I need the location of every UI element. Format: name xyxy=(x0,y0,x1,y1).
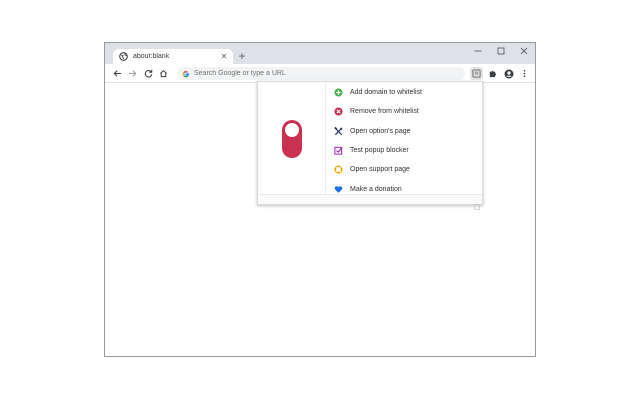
reload-icon[interactable] xyxy=(142,67,155,80)
extension-popup: Add domain to whitelist Remove from whit… xyxy=(257,81,483,210)
kebab-menu-icon[interactable] xyxy=(518,67,531,80)
search-input[interactable] xyxy=(194,70,434,77)
menu-item-test-blocker[interactable]: Test popup blocker xyxy=(334,141,482,160)
minimize-icon[interactable] xyxy=(467,44,489,58)
menu-item-label: Remove from whitelist xyxy=(350,108,419,116)
home-icon[interactable] xyxy=(157,67,170,80)
popup-footer xyxy=(258,194,482,210)
x-circle-icon xyxy=(334,107,343,116)
menu-item-label: Add domain to whitelist xyxy=(350,89,422,97)
menu-item-remove-whitelist[interactable]: Remove from whitelist xyxy=(334,102,482,121)
tab-title: about:blank xyxy=(133,53,170,60)
menu-item-label: Open option's page xyxy=(350,127,411,135)
back-arrow-icon[interactable] xyxy=(111,67,124,80)
menu-item-add-whitelist[interactable]: Add domain to whitelist xyxy=(334,83,482,102)
close-icon[interactable]: ✕ xyxy=(218,51,230,63)
menu-item-options[interactable]: Open option's page xyxy=(334,122,482,141)
plus-circle-icon xyxy=(334,88,343,97)
globe-icon xyxy=(119,52,128,61)
menu-item-support[interactable]: Open support page xyxy=(334,160,482,179)
google-g-icon xyxy=(182,70,190,78)
menu-item-label: Make a donation xyxy=(350,185,402,193)
popup-menu: Add domain to whitelist Remove from whit… xyxy=(334,83,482,199)
window-close-icon[interactable] xyxy=(513,44,535,58)
toggle-pane xyxy=(258,82,326,196)
forward-arrow-icon[interactable] xyxy=(126,67,139,80)
resize-grip-icon[interactable] xyxy=(474,197,480,210)
maximize-icon[interactable] xyxy=(490,44,512,58)
heart-icon xyxy=(334,185,343,194)
menu-item-label: Open support page xyxy=(350,166,410,174)
title-bar: about:blank ✕ + xyxy=(105,43,535,64)
tools-icon xyxy=(334,126,343,136)
browser-tab[interactable]: about:blank ✕ xyxy=(113,49,233,64)
checkbox-icon xyxy=(334,146,343,155)
enable-toggle[interactable] xyxy=(281,120,302,158)
menu-item-label: Test popup blocker xyxy=(350,147,409,155)
lifebuoy-icon xyxy=(334,165,343,174)
address-bar[interactable] xyxy=(177,67,465,80)
plus-icon[interactable]: + xyxy=(235,49,249,63)
puzzle-icon[interactable] xyxy=(486,67,499,80)
toggle-knob xyxy=(284,123,299,137)
extension-popup-icon[interactable] xyxy=(470,67,483,80)
account-icon[interactable] xyxy=(502,67,515,80)
